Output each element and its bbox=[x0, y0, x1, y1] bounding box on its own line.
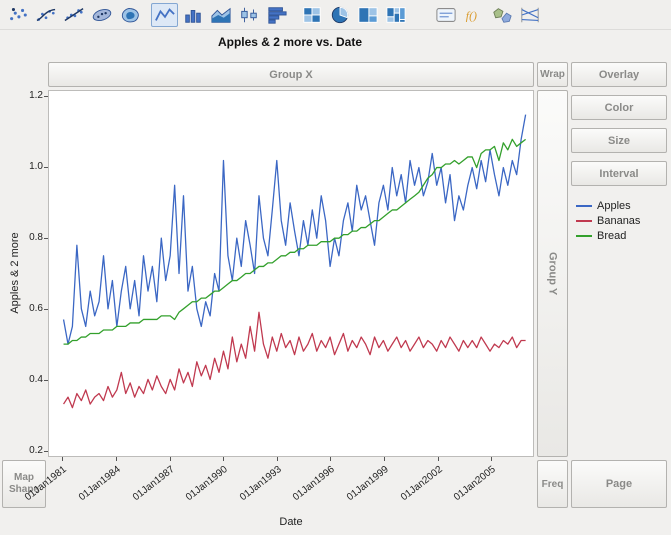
svg-text:f(): f() bbox=[465, 8, 476, 22]
x-tick-label: 01Jan1993 bbox=[231, 464, 283, 508]
area-icon[interactable] bbox=[207, 3, 234, 27]
line-icon[interactable] bbox=[151, 3, 178, 27]
legend-item-bananas[interactable]: Bananas bbox=[576, 215, 640, 227]
treemap-icon[interactable] bbox=[354, 3, 381, 27]
legend-item-bread[interactable]: Bread bbox=[576, 230, 640, 242]
box-plot-icon[interactable] bbox=[235, 3, 262, 27]
formula-icon[interactable]: f() bbox=[460, 3, 487, 27]
series-line-apples[interactable] bbox=[64, 115, 526, 344]
graph-builder-window: f() Apples & 2 more vs. Date Group X Wra… bbox=[0, 0, 671, 535]
drop-zone-freq[interactable]: Freq bbox=[537, 460, 568, 508]
points-icon[interactable] bbox=[4, 3, 31, 27]
caption-box-icon[interactable] bbox=[432, 3, 459, 27]
parallel-plot-icon[interactable] bbox=[516, 3, 543, 27]
drop-zone-interval[interactable]: Interval bbox=[571, 161, 667, 186]
ellipse-icon[interactable] bbox=[88, 3, 115, 27]
x-tick-label: 01Jan1996 bbox=[285, 464, 337, 508]
contour-icon[interactable] bbox=[116, 3, 143, 27]
drop-zone-group-x[interactable]: Group X bbox=[48, 62, 534, 87]
legend-label: Bread bbox=[597, 230, 626, 242]
map-shape-label-line1: Map bbox=[14, 472, 34, 484]
map-shape-label-line2: Shape bbox=[9, 484, 39, 496]
bar-icon[interactable] bbox=[179, 3, 206, 27]
drop-zone-group-y[interactable]: Group Y bbox=[537, 90, 568, 457]
x-tick-label: 01Jan1999 bbox=[338, 464, 390, 508]
histogram-icon[interactable] bbox=[263, 3, 290, 27]
legend-swatch bbox=[576, 235, 592, 237]
drop-zone-color[interactable]: Color bbox=[571, 95, 667, 120]
y-tick-label: 0.8 bbox=[17, 232, 43, 243]
y-axis-label: Apples & 2 more bbox=[9, 213, 23, 333]
x-tick-mark bbox=[170, 457, 171, 461]
line-of-fit-icon[interactable] bbox=[60, 3, 87, 27]
y-tick-label: 0.6 bbox=[17, 303, 43, 314]
x-tick-mark bbox=[277, 457, 278, 461]
x-tick-mark bbox=[491, 457, 492, 461]
x-tick-label: 01Jan2002 bbox=[392, 464, 444, 508]
legend-swatch bbox=[576, 205, 592, 207]
x-tick-label: 01Jan2005 bbox=[445, 464, 497, 508]
x-axis-label: Date bbox=[48, 516, 534, 528]
heatmap-icon[interactable] bbox=[298, 3, 325, 27]
y-tick-label: 0.2 bbox=[17, 445, 43, 456]
drop-zone-map-shape[interactable]: Map Shape bbox=[2, 460, 46, 508]
x-tick-mark bbox=[223, 457, 224, 461]
legend: Apples Bananas Bread bbox=[576, 200, 640, 245]
x-tick-mark bbox=[384, 457, 385, 461]
mosaic-icon[interactable] bbox=[382, 3, 409, 27]
map-shapes-icon[interactable] bbox=[488, 3, 515, 27]
legend-item-apples[interactable]: Apples bbox=[576, 200, 640, 212]
series-line-bananas[interactable] bbox=[64, 312, 526, 407]
x-tick-mark bbox=[62, 457, 63, 461]
drop-zone-page[interactable]: Page bbox=[571, 460, 667, 508]
x-tick-mark bbox=[116, 457, 117, 461]
drop-zone-size[interactable]: Size bbox=[571, 128, 667, 153]
smoother-icon[interactable] bbox=[32, 3, 59, 27]
plot-area[interactable] bbox=[48, 90, 534, 457]
element-type-toolbar: f() bbox=[0, 0, 671, 30]
y-tick-label: 0.4 bbox=[17, 374, 43, 385]
legend-label: Bananas bbox=[597, 215, 640, 227]
legend-swatch bbox=[576, 220, 592, 222]
drop-zone-overlay[interactable]: Overlay bbox=[571, 62, 667, 87]
x-tick-label: 01Jan1984 bbox=[70, 464, 122, 508]
drop-zone-wrap[interactable]: Wrap bbox=[537, 62, 568, 87]
legend-label: Apples bbox=[597, 200, 631, 212]
chart-title: Apples & 2 more vs. Date bbox=[40, 35, 540, 49]
x-tick-label: 01Jan1987 bbox=[124, 464, 176, 508]
series-line-bread[interactable] bbox=[64, 139, 526, 344]
y-tick-label: 1.0 bbox=[17, 161, 43, 172]
line-chart[interactable] bbox=[49, 91, 533, 456]
pie-icon[interactable] bbox=[326, 3, 353, 27]
y-tick-label: 1.2 bbox=[17, 90, 43, 101]
x-tick-mark bbox=[330, 457, 331, 461]
x-tick-mark bbox=[438, 457, 439, 461]
x-tick-label: 01Jan1990 bbox=[177, 464, 229, 508]
